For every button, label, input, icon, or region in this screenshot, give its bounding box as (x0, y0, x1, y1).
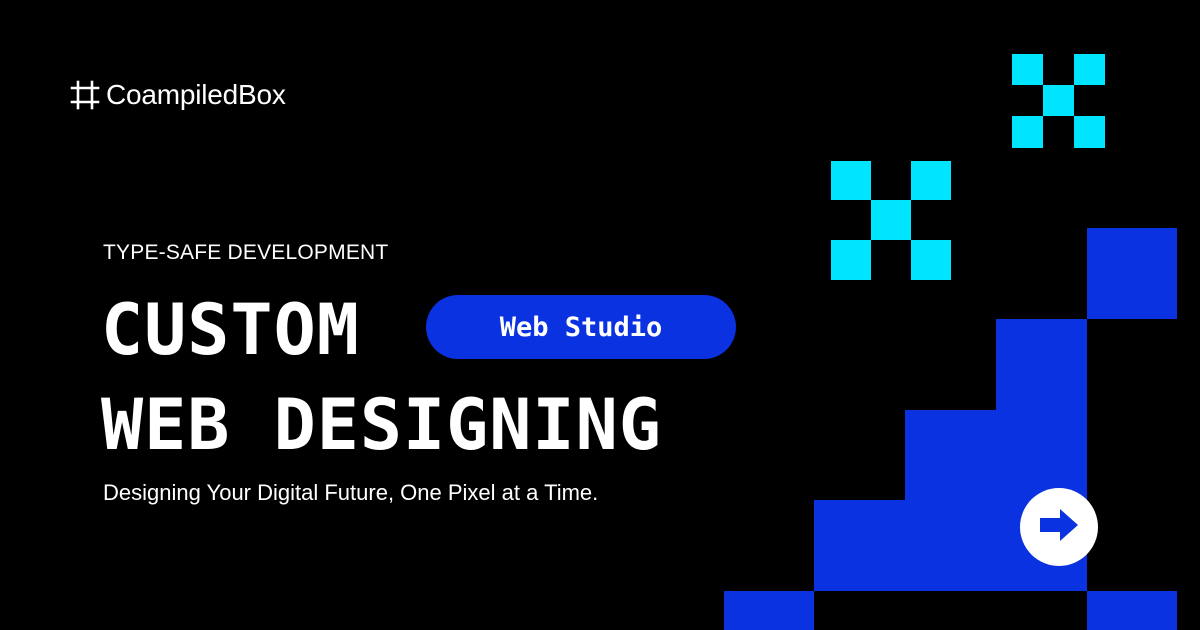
next-arrow-button[interactable] (1020, 488, 1098, 566)
badge-label: Web Studio (499, 311, 663, 343)
pixel-block (1012, 54, 1043, 85)
eyebrow-label: TYPE-SAFE DEVELOPMENT (103, 241, 389, 264)
pixel-block (831, 161, 871, 200)
pixel-block (831, 240, 871, 280)
pixel-block (871, 200, 911, 240)
pixel-block (905, 410, 1087, 500)
pixel-block (1012, 116, 1043, 148)
pixel-block (911, 161, 951, 200)
headline-line-2: WEB DESIGNING (101, 384, 662, 466)
pixel-block (911, 240, 951, 280)
tagline: Designing Your Digital Future, One Pixel… (103, 480, 599, 505)
pixel-block (1074, 116, 1105, 148)
web-studio-badge: Web Studio (426, 295, 736, 359)
arrow-right-icon (1036, 505, 1082, 550)
pixel-block (1087, 591, 1177, 630)
brand-logo[interactable]: CoampiledBox (70, 78, 286, 112)
pixel-block (996, 319, 1087, 410)
pixel-block (1087, 228, 1177, 319)
pixel-block (1074, 54, 1105, 85)
pixel-block (1043, 85, 1074, 116)
hash-frame-icon (70, 80, 100, 110)
banner: CoampiledBox TYPE-SAFE DEVELOPMENT CUSTO… (0, 0, 1200, 630)
headline-line-1: CUSTOM (101, 289, 360, 371)
pixel-block (724, 591, 814, 630)
brand-name: CoampiledBox (106, 79, 286, 110)
